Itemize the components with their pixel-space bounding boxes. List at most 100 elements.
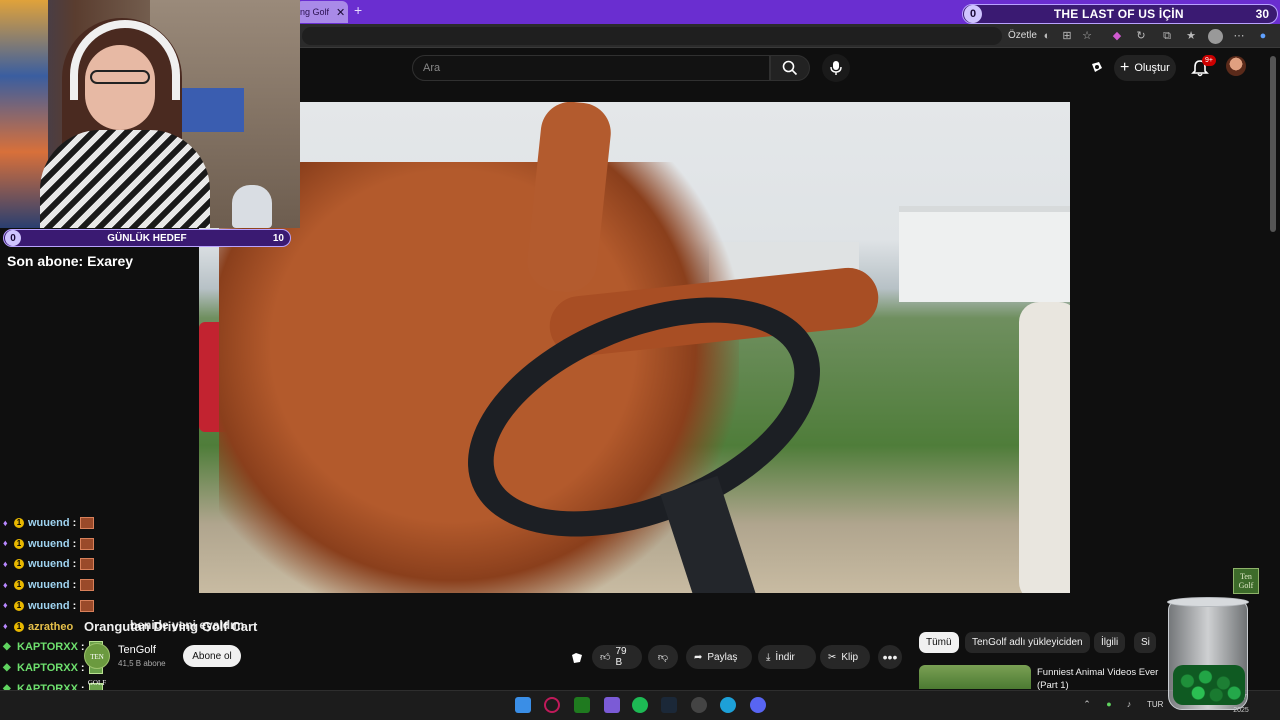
chat-message-text: benide yeni eyaldım (130, 618, 245, 632)
chat-username[interactable]: KAPTORXX (17, 641, 78, 653)
chip-all[interactable]: Tümü (919, 632, 959, 653)
profile-avatar[interactable] (1208, 29, 1223, 44)
browser-tab-active[interactable]: ng Golf ✕ (296, 1, 348, 23)
tab-close-icon[interactable]: ✕ (336, 6, 345, 19)
extension-icon[interactable]: ◆ (1110, 29, 1124, 43)
last-subscriber: Son abone: Exarey (7, 253, 134, 269)
chat-username[interactable]: wuuend (28, 579, 70, 591)
stream-chat: ♦ 1 wuuend: ♦ 1 wuuend: ♦ 1 wuuend: ♦ 1 wuuend: ♦ 1 wu… (0, 512, 300, 720)
chat-line: ♦ 1 wuuend: (3, 514, 95, 532)
chat-sub-badge-icon: ♦ (3, 517, 8, 528)
windows-start-icon[interactable] (515, 697, 531, 713)
chat-bits-badge-icon: 1 (14, 621, 24, 632)
thumbs-down-icon: 👎︎ (657, 652, 669, 663)
notification-count-badge: 9+ (1202, 55, 1216, 66)
dislike-button[interactable]: 👎︎ (648, 645, 678, 669)
download-icon: ⤓ (766, 651, 771, 663)
chat-username[interactable]: wuuend (28, 600, 70, 612)
spotify-icon[interactable] (632, 697, 648, 713)
steam-icon[interactable] (661, 697, 677, 713)
obs-icon[interactable] (691, 697, 707, 713)
chat-username[interactable]: wuuend (28, 558, 70, 570)
youtube-header: + Oluştur 9+ (300, 48, 1280, 88)
chat-username[interactable]: KAPTORXX (17, 662, 78, 674)
tray-app-icon[interactable]: ● (1104, 699, 1114, 709)
chat-separator: : (72, 537, 77, 550)
tray-mic-icon[interactable]: ♪ (1124, 699, 1134, 709)
clip-button[interactable]: ✂ Klip (820, 645, 870, 669)
chat-line: ♦ 1 wuuend: (3, 576, 95, 594)
create-button[interactable]: + Oluştur (1114, 55, 1176, 81)
vs-icon[interactable] (604, 697, 620, 713)
search-button[interactable] (770, 55, 810, 81)
search-input[interactable] (413, 56, 769, 80)
daily-goal-label: GÜNLÜK HEDEF (107, 232, 187, 244)
discord-icon[interactable] (750, 697, 766, 713)
chat-separator: : (72, 599, 77, 612)
create-label: Oluştur (1134, 62, 1170, 74)
youtube-account-avatar[interactable] (1226, 56, 1246, 76)
chat-bits-badge-icon: 1 (14, 518, 24, 528)
top-goal-current: 0 (964, 5, 982, 23)
chat-sub-badge-icon: ♦ (3, 621, 8, 631)
chat-emote-icon (80, 558, 95, 571)
voice-search-button[interactable] (822, 54, 850, 82)
webcam-streamer-sweater (40, 130, 210, 228)
clip-label: Klip (841, 651, 859, 663)
apps-icon[interactable]: ⊞ (1060, 29, 1074, 43)
summarize-button[interactable]: Özetle (1008, 30, 1037, 41)
daily-goal-current: 0 (5, 230, 21, 246)
chat-separator: : (80, 661, 85, 674)
favorites-icon[interactable]: ★ (1184, 29, 1198, 43)
channel-subscriber-count: 41,5 B abone (118, 659, 166, 668)
chat-username[interactable]: azratheo (28, 621, 73, 633)
subscribe-button[interactable]: Abone ol (183, 645, 241, 667)
chat-badge-icon: ◆ (3, 661, 11, 673)
like-button[interactable]: 👍︎ 79 B (592, 645, 642, 669)
chat-username[interactable]: wuuend (28, 517, 70, 529)
terminal-icon[interactable] (574, 697, 590, 713)
app-circle-icon[interactable] (544, 697, 560, 713)
chip-from-uploader[interactable]: TenGolf adlı yükleyiciden (965, 632, 1090, 653)
chat-bits-badge-icon: 1 (14, 538, 24, 549)
channel-watermark[interactable]: Ten Golf (1233, 568, 1259, 594)
new-tab-button[interactable]: + (354, 2, 362, 18)
chat-separator: : (72, 558, 77, 571)
top-goal-bar: 0 THE LAST OF US İÇİN 30 (962, 4, 1278, 24)
chat-separator: : (72, 517, 77, 529)
edge-icon[interactable] (720, 697, 736, 713)
share-button[interactable]: ➦ Paylaş (686, 645, 752, 669)
video-player[interactable] (199, 102, 1070, 593)
split-screen-icon[interactable]: ⧉ (1160, 29, 1174, 43)
recommended-thumbnail[interactable] (919, 665, 1031, 689)
chip-related[interactable]: İlgili (1094, 632, 1126, 653)
translate-icon[interactable]: ◐ (1040, 29, 1054, 43)
page-scrollbar[interactable] (1270, 56, 1276, 232)
download-button[interactable]: ⤓ İndir (758, 645, 816, 669)
extension-puzzle-icon[interactable] (569, 650, 585, 666)
studio-icon[interactable] (1090, 60, 1104, 74)
recommended-title[interactable]: Funniest Animal Videos Ever (Part 1) (1037, 666, 1163, 692)
chip-more[interactable]: Si (1134, 632, 1156, 653)
chat-emote-icon (80, 537, 95, 550)
chat-username[interactable]: wuuend (28, 538, 70, 550)
address-bar[interactable] (302, 27, 1002, 45)
refresh-icon[interactable]: ↻ (1134, 29, 1148, 43)
share-arrow-icon: ➦ (694, 651, 703, 663)
channel-name[interactable]: TenGolf (118, 644, 156, 656)
search-icon (782, 60, 798, 76)
tray-chevron-icon[interactable]: ⌃ (1082, 699, 1092, 709)
more-actions-button[interactable]: ••• (878, 645, 902, 669)
chat-bits-badge-icon: 1 (14, 580, 24, 591)
menu-dots-icon[interactable]: ⋯ (1232, 29, 1246, 43)
video-bg-building-right (899, 206, 1070, 302)
chat-sub-badge-icon: ♦ (3, 579, 8, 590)
screen: ng Golf ✕ + 0 THE LAST OF US İÇİN 30 Öze… (0, 0, 1280, 720)
chat-emote-icon (80, 599, 95, 612)
chat-sub-badge-icon: ♦ (3, 538, 8, 549)
tray-language[interactable]: TUR (1147, 700, 1163, 709)
copilot-icon[interactable]: ● (1256, 29, 1270, 43)
favorite-star-icon[interactable]: ☆ (1080, 29, 1094, 43)
search-box[interactable] (412, 55, 770, 81)
channel-avatar[interactable]: TEN GOLF (84, 643, 110, 687)
